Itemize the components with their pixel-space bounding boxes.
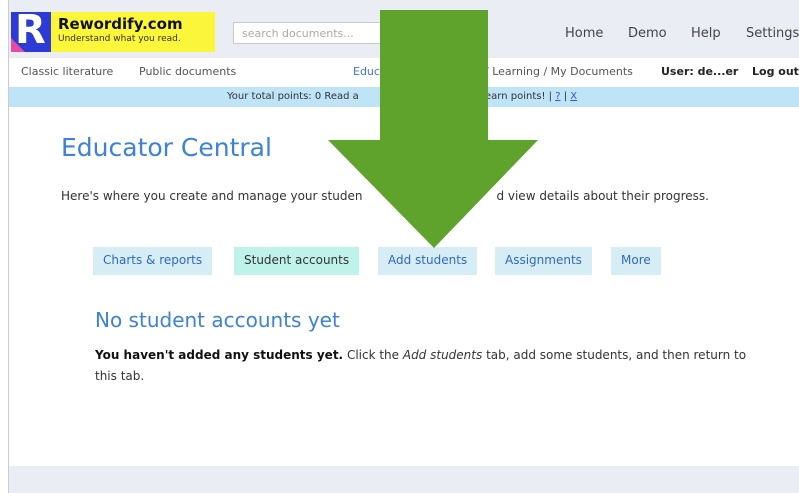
nav-settings-link[interactable]: Settings: [746, 26, 799, 41]
user-label: User: de...er: [661, 65, 739, 78]
logout-link[interactable]: Log out: [752, 65, 799, 78]
logo-corner-shape: [11, 38, 25, 52]
tab-assignments[interactable]: Assignments: [495, 247, 592, 275]
message-bold: You haven't added any students yet.: [95, 348, 344, 362]
points-text-after: earn points! |: [485, 91, 553, 102]
tab-add-students[interactable]: Add students: [378, 247, 478, 275]
section-title: No student accounts yet: [95, 308, 340, 332]
sub-navigation: Classic literature Public documents Educ…: [9, 58, 799, 84]
message-part1: Click the: [343, 348, 403, 362]
tab-student-accounts[interactable]: Student accounts: [234, 247, 360, 275]
points-help-link[interactable]: ?: [555, 91, 560, 102]
points-text-end: earn points! | ? | X: [485, 91, 577, 102]
logo-tagline: Understand what you read.: [58, 34, 181, 44]
logo-title: Rewordify.com: [58, 15, 183, 33]
empty-state-message: You haven't added any students yet. Clic…: [95, 345, 755, 387]
nav-help-link[interactable]: Help: [691, 26, 721, 41]
points-close-link[interactable]: X: [570, 91, 577, 102]
logo-r-icon: R: [11, 8, 51, 52]
nav-home-link[interactable]: Home: [565, 26, 603, 41]
page-frame: R Rewordify.com Understand what you read…: [8, 0, 799, 493]
tab-charts-reports[interactable]: Charts & reports: [93, 247, 213, 275]
message-italic: Add students: [402, 348, 483, 362]
educator-central-link[interactable]: Educ: [353, 65, 380, 78]
nav-demo-link[interactable]: Demo: [628, 26, 667, 41]
intro-text-end: d view details about their progress.: [496, 189, 709, 203]
page-title: Educator Central: [61, 133, 272, 162]
tab-more[interactable]: More: [611, 247, 661, 275]
footer-bar: [9, 466, 799, 493]
points-text: Your total points: 0 Read a: [227, 91, 359, 102]
site-header: R Rewordify.com Understand what you read…: [9, 0, 799, 58]
intro-text-start: Here's where you create and manage your …: [61, 189, 363, 203]
search-input[interactable]: [233, 22, 393, 44]
points-bar: Your total points: 0 Read a earn points!…: [9, 87, 799, 107]
points-separator: |: [563, 91, 568, 102]
site-logo[interactable]: R Rewordify.com Understand what you read…: [11, 8, 215, 52]
learning-documents-link[interactable]: / Learning / My Documents: [485, 65, 633, 78]
intro-text: Here's where you create and manage your …: [61, 189, 761, 203]
public-documents-link[interactable]: Public documents: [139, 65, 236, 78]
classic-literature-link[interactable]: Classic literature: [21, 65, 113, 78]
